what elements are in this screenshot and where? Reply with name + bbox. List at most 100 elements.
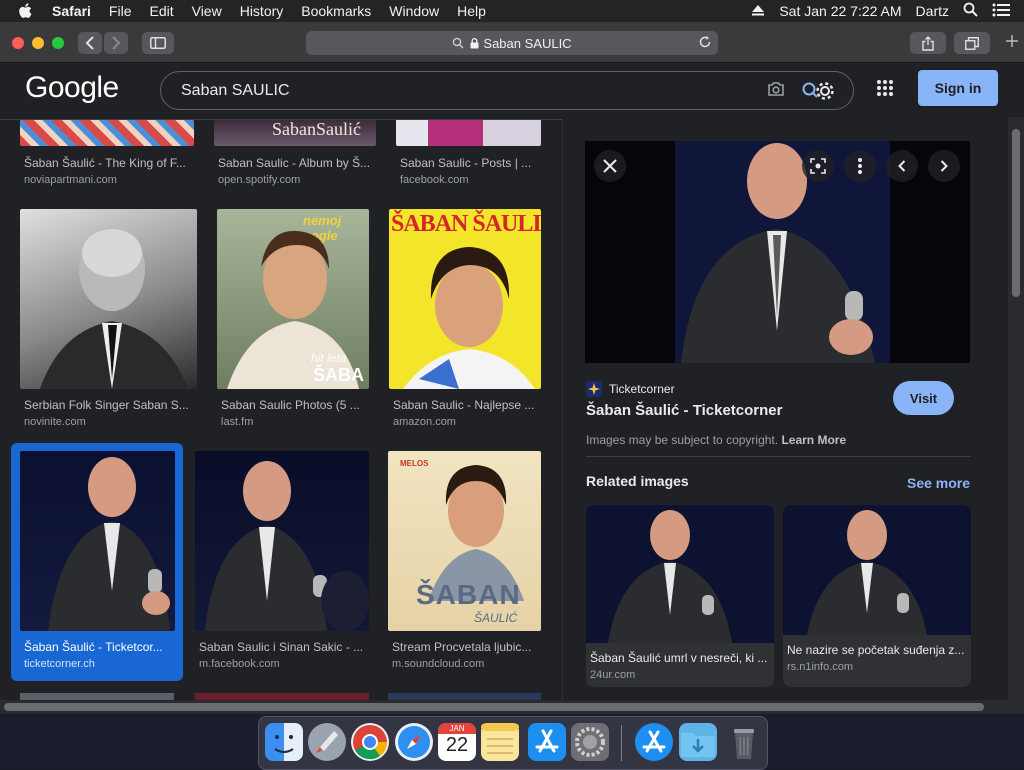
site-name[interactable]: Ticketcorner [609, 382, 675, 396]
result-image-partial[interactable] [388, 693, 541, 700]
result-caption[interactable]: Saban Saulic - Posts | ... [400, 156, 531, 170]
search-box[interactable]: Saban SAULIC [160, 71, 854, 110]
notes-icon[interactable] [481, 723, 519, 761]
safari-toolbar: Saban SAULIC [0, 22, 1024, 63]
see-more-link[interactable]: See more [907, 475, 970, 491]
result-source[interactable]: facebook.com [400, 174, 468, 186]
result-caption[interactable]: Saban Saulic Photos (5 ... [221, 398, 360, 412]
copyright-notice: Images may be subject to copyright. Lear… [586, 433, 846, 447]
menu-history[interactable]: History [240, 3, 284, 19]
result-image[interactable] [20, 209, 197, 389]
search-input[interactable]: Saban SAULIC [181, 82, 290, 100]
tab-overview-button[interactable] [954, 32, 990, 54]
sign-in-button[interactable]: Sign in [918, 70, 998, 106]
scrollbar-thumb[interactable] [1012, 129, 1020, 297]
chevron-left-icon [898, 160, 906, 172]
more-options-button[interactable] [844, 150, 876, 182]
result-image[interactable]: SabanSaulić [214, 119, 376, 146]
result-source[interactable]: last.fm [221, 416, 253, 428]
horizontal-scrollbar[interactable] [0, 700, 1024, 714]
menu-file[interactable]: File [109, 3, 132, 19]
camera-icon[interactable] [767, 81, 785, 102]
cover-name-text: ŠABAN [416, 579, 521, 610]
notification-center-icon[interactable] [992, 3, 1010, 20]
result-caption[interactable]: Serbian Folk Singer Saban S... [24, 398, 189, 412]
related-image-card[interactable]: Šaban Šaulić umrl v nesreči, ki ... 24ur… [586, 505, 774, 687]
spotlight-icon[interactable] [963, 2, 978, 20]
user-name[interactable]: Dartz [916, 3, 949, 19]
eject-icon[interactable] [751, 3, 765, 19]
site-row[interactable]: Ticketcorner [586, 381, 675, 397]
result-source[interactable]: noviapartmani.com [24, 174, 117, 186]
result-image[interactable]: nemoj pogle hit leta ŠABA [217, 209, 369, 389]
launchpad-icon[interactable] [308, 723, 346, 761]
preview-title[interactable]: Šaban Šaulić - Ticketcorner [586, 402, 782, 419]
result-source[interactable]: m.facebook.com [199, 658, 280, 670]
minimize-window-button[interactable] [32, 37, 44, 49]
forward-button[interactable] [104, 32, 128, 54]
result-caption[interactable]: Šaban Šaulić - The King of F... [24, 156, 186, 170]
result-image[interactable]: ŠABAN ŠAULIĆ [389, 209, 541, 389]
result-source[interactable]: amazon.com [393, 416, 456, 428]
calendar-icon[interactable]: JAN 22 [438, 723, 476, 761]
menu-app-safari[interactable]: Safari [52, 3, 91, 19]
visit-button[interactable]: Visit [893, 381, 954, 415]
related-image-card[interactable]: Ne nazire se početak suđenja z... rs.n1i… [783, 505, 971, 687]
menu-view[interactable]: View [192, 3, 222, 19]
sidebar-icon [150, 37, 166, 49]
app-store-icon[interactable] [528, 723, 566, 761]
scrollbar-thumb[interactable] [4, 703, 984, 711]
clock[interactable]: Sat Jan 22 7:22 AM [779, 3, 901, 19]
result-caption[interactable]: Saban Saulic i Sinan Sakic - ... [199, 640, 363, 654]
learn-more-link[interactable]: Learn More [781, 433, 846, 447]
menu-edit[interactable]: Edit [149, 3, 173, 19]
result-caption[interactable]: Saban Saulic - Album by Š... [218, 156, 370, 170]
result-image[interactable] [396, 119, 541, 146]
finder-icon[interactable] [265, 723, 303, 761]
result-source[interactable]: novinite.com [24, 416, 86, 428]
result-image[interactable] [20, 451, 175, 631]
result-image[interactable]: MELOS ŠABAN ŠAULIĆ [388, 451, 541, 631]
result-caption[interactable]: Saban Saulic - Najlepse ... [393, 398, 534, 412]
chrome-icon[interactable] [351, 723, 389, 761]
result-image-partial[interactable] [195, 693, 369, 700]
system-preferences-icon[interactable] [571, 723, 609, 761]
close-preview-button[interactable] [594, 150, 626, 182]
share-button[interactable] [910, 32, 946, 54]
lock-icon [470, 37, 479, 48]
vertical-scrollbar[interactable] [1008, 117, 1024, 700]
close-window-button[interactable] [12, 37, 24, 49]
lens-search-button[interactable] [802, 150, 834, 182]
result-image[interactable] [20, 119, 194, 146]
related-caption[interactable]: Ne nazire se početak suđenja z... [787, 643, 964, 657]
app-store-downloads-icon[interactable] [635, 723, 673, 761]
zoom-window-button[interactable] [52, 37, 64, 49]
reload-icon[interactable] [698, 35, 712, 52]
google-logo[interactable]: Google [25, 71, 119, 105]
menu-help[interactable]: Help [457, 3, 486, 19]
downloads-folder-icon[interactable] [679, 723, 717, 761]
google-apps-icon[interactable] [876, 79, 894, 102]
result-source[interactable]: open.spotify.com [218, 174, 300, 186]
back-button[interactable] [78, 32, 102, 54]
result-image[interactable] [195, 451, 369, 631]
result-caption[interactable]: Šaban Šaulić - Ticketcor... [24, 640, 163, 654]
related-caption[interactable]: Šaban Šaulić umrl v nesreči, ki ... [590, 651, 767, 665]
safari-dock-icon[interactable] [395, 723, 433, 761]
new-tab-icon[interactable] [1006, 34, 1018, 52]
related-source[interactable]: 24ur.com [590, 669, 635, 681]
sidebar-toggle-button[interactable] [142, 32, 174, 54]
result-caption[interactable]: Stream Procvetala ljubic... [392, 640, 531, 654]
result-source[interactable]: m.soundcloud.com [392, 658, 484, 670]
previous-image-button[interactable] [886, 150, 918, 182]
result-source[interactable]: ticketcorner.ch [24, 658, 95, 670]
search-settings-icon[interactable] [801, 80, 835, 107]
related-source[interactable]: rs.n1info.com [787, 661, 853, 673]
apple-icon[interactable] [18, 3, 34, 19]
next-image-button[interactable] [928, 150, 960, 182]
menu-bookmarks[interactable]: Bookmarks [301, 3, 371, 19]
trash-icon[interactable] [725, 723, 763, 761]
address-bar[interactable]: Saban SAULIC [306, 31, 718, 55]
result-image-partial[interactable] [20, 693, 174, 700]
menu-window[interactable]: Window [389, 3, 439, 19]
